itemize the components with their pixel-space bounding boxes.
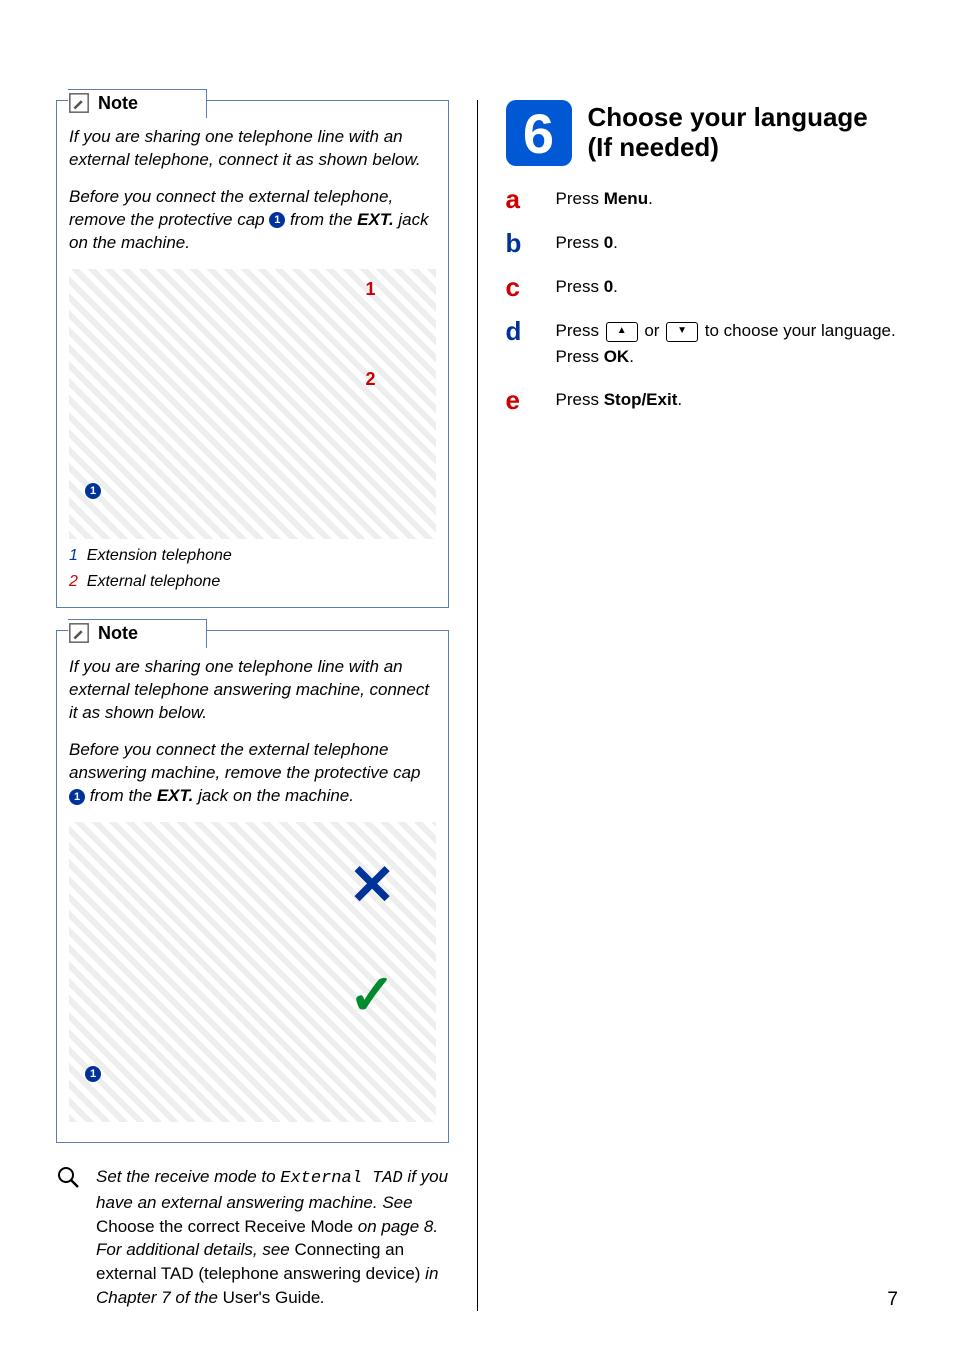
tip-receive-mode: Set the receive mode to External TAD if …: [56, 1165, 449, 1310]
substep-e: e Press Stop/Exit.: [506, 387, 899, 413]
tip-text: Set the receive mode to External TAD if …: [96, 1165, 449, 1310]
substep-letter: b: [506, 230, 530, 256]
note-external-telephone: Note If you are sharing one telephone li…: [56, 100, 449, 608]
legend-1: 1 Extension telephone: [69, 545, 436, 567]
substeps-list: a Press Menu. b Press 0. c Press 0.: [506, 186, 899, 413]
substep-letter: a: [506, 186, 530, 212]
substep-letter: e: [506, 387, 530, 413]
diagram-ext-telephone: 1 2 1: [69, 269, 436, 539]
pencil-note-icon: [68, 92, 90, 114]
substep-text: Press Menu.: [556, 186, 899, 212]
down-arrow-key: ▼: [666, 322, 698, 342]
note-body: If you are sharing one telephone line wi…: [69, 656, 436, 1122]
cross-icon: ✕: [349, 852, 396, 918]
cap-number-icon: 1: [69, 789, 85, 805]
note-label: Note: [98, 623, 138, 644]
substep-d: d Press ▲ or ▼ to choose your language. …: [506, 318, 899, 369]
substep-c: c Press 0.: [506, 274, 899, 300]
substep-text: Press 0.: [556, 230, 899, 256]
cap-number-icon: 1: [269, 212, 285, 228]
substep-text: Press ▲ or ▼ to choose your language. Pr…: [556, 318, 899, 369]
step-title: Choose your language (If needed): [588, 103, 868, 163]
note-body: If you are sharing one telephone line wi…: [69, 126, 436, 593]
step-header: 6 Choose your language (If needed): [506, 100, 899, 166]
pencil-note-icon: [68, 622, 90, 644]
substep-text: Press Stop/Exit.: [556, 387, 899, 413]
magnifier-icon: [56, 1165, 80, 1189]
up-arrow-key: ▲: [606, 322, 638, 342]
diagram-ext-tad: ✕ ✓ 1: [69, 822, 436, 1122]
note1-para1: If you are sharing one telephone line wi…: [69, 126, 436, 172]
diagram-label-1: 1: [365, 279, 375, 300]
check-icon: ✓: [349, 962, 396, 1028]
note-external-tad: Note If you are sharing one telephone li…: [56, 630, 449, 1143]
note-tab: Note: [68, 619, 207, 648]
substep-text: Press 0.: [556, 274, 899, 300]
note2-para2: Before you connect the external telephon…: [69, 739, 436, 808]
substep-b: b Press 0.: [506, 230, 899, 256]
substep-letter: d: [506, 318, 530, 344]
note2-para1: If you are sharing one telephone line wi…: [69, 656, 436, 725]
note-label: Note: [98, 93, 138, 114]
legend-2: 2 External telephone: [69, 571, 436, 593]
cap-number-icon: 1: [85, 483, 101, 499]
step-number: 6: [506, 100, 572, 166]
cap-number-icon: 1: [85, 1066, 101, 1082]
note1-para2: Before you connect the external telephon…: [69, 186, 436, 255]
substep-letter: c: [506, 274, 530, 300]
note-tab: Note: [68, 89, 207, 118]
diagram-label-2: 2: [365, 369, 375, 390]
page-number: 7: [887, 1289, 898, 1311]
substep-a: a Press Menu.: [506, 186, 899, 212]
